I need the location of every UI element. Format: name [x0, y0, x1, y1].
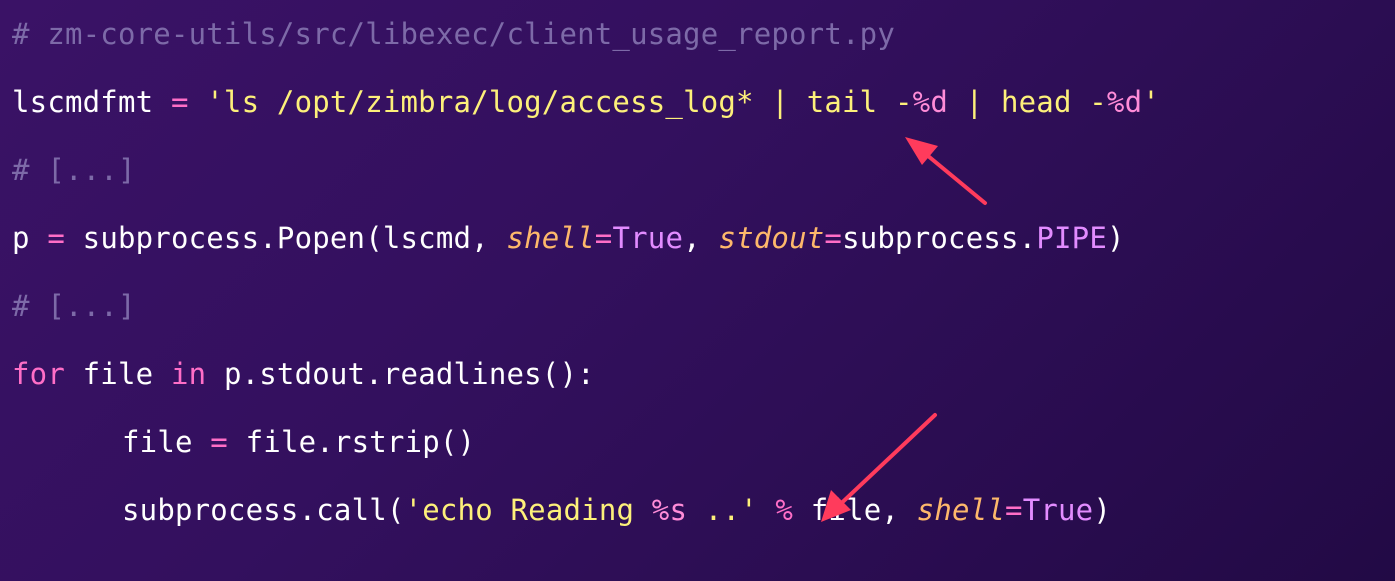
constant-true: True	[612, 221, 684, 255]
code-snippet: # zm-core-utils/src/libexec/client_usage…	[12, 0, 1395, 544]
kwarg-equals: =	[824, 221, 843, 255]
rstrip-call: file.rstrip()	[245, 425, 476, 459]
kwarg-equals: =	[1005, 493, 1023, 527]
code-line-3: # [...]	[12, 136, 1395, 204]
close-paren: )	[1093, 493, 1112, 527]
kwarg-stdout: stdout	[718, 221, 825, 255]
separator: ,	[683, 221, 719, 255]
code-line-7: file = file.rstrip()	[12, 408, 1395, 476]
variable-lscmdfmt: lscmdfmt	[12, 85, 154, 119]
string-part: | head -	[947, 85, 1107, 119]
modulo-operator: %	[757, 493, 811, 527]
file-path-comment: # zm-core-utils/src/libexec/client_usage…	[12, 17, 895, 51]
string-part: 'echo Reading	[404, 493, 652, 527]
close-paren: )	[1106, 221, 1125, 255]
format-specifier: %d	[912, 85, 948, 119]
code-line-1: # zm-core-utils/src/libexec/client_usage…	[12, 0, 1395, 68]
variable-p: p	[12, 221, 30, 255]
assign-operator: =	[192, 425, 246, 459]
code-line-2: lscmdfmt = 'ls /opt/zimbra/log/access_lo…	[12, 68, 1395, 136]
variable-file: file	[122, 425, 193, 459]
subprocess-call: subprocess.call(	[122, 493, 405, 527]
popen-call: subprocess.Popen(lscmd,	[82, 221, 507, 255]
ellipsis-comment: # [...]	[12, 153, 136, 187]
string-part: ..'	[687, 493, 758, 527]
string-part: '	[1142, 85, 1160, 119]
kwarg-equals: =	[594, 221, 613, 255]
assign-operator: =	[153, 85, 207, 119]
code-line-8: subprocess.call('echo Reading %s ..' % f…	[12, 476, 1395, 544]
keyword-for: for	[12, 357, 65, 391]
code-line-6: for file in p.stdout.readlines():	[12, 340, 1395, 408]
code-line-5: # [...]	[12, 272, 1395, 340]
code-line-4: p = subprocess.Popen(lscmd, shell=True, …	[12, 204, 1395, 272]
keyword-in: in	[170, 357, 207, 391]
constant-pipe: PIPE	[1036, 221, 1107, 255]
kwarg-shell: shell	[916, 493, 1006, 527]
string-part: 'ls /opt/zimbra/log/access_log* | tail -	[206, 85, 913, 119]
constant-true: True	[1022, 493, 1094, 527]
argument-file: file,	[810, 493, 917, 527]
kwarg-shell: shell	[506, 221, 595, 255]
format-specifier: %s	[651, 493, 688, 527]
format-specifier: %d	[1106, 85, 1143, 119]
module-subprocess: subprocess.	[842, 221, 1037, 255]
readlines-call: p.stdout.readlines():	[206, 357, 595, 391]
ellipsis-comment: # [...]	[12, 289, 136, 323]
assign-operator: =	[29, 221, 83, 255]
variable-file: file	[64, 357, 171, 391]
